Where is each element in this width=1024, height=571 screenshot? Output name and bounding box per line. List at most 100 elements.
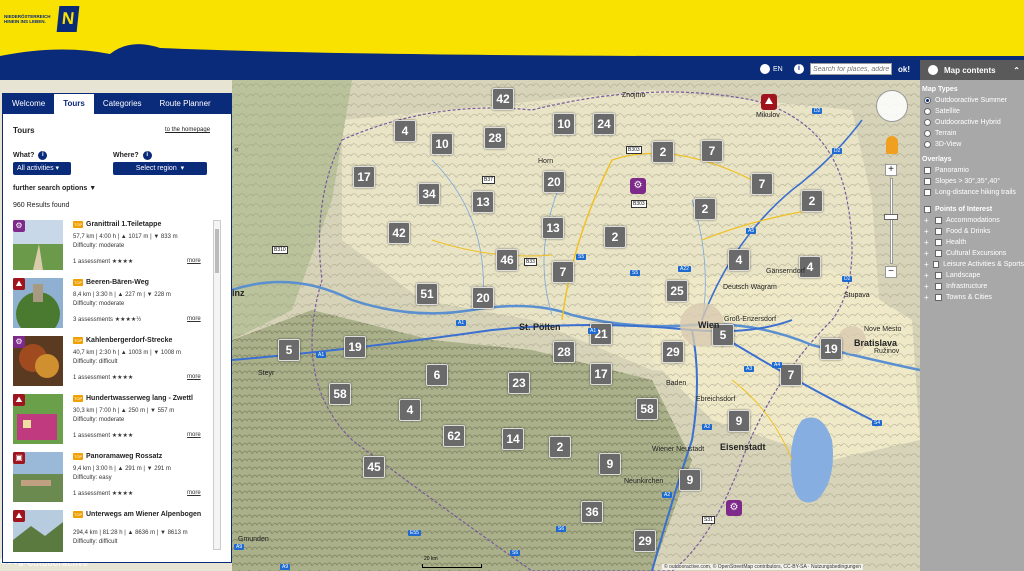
list-scrollbar[interactable] — [213, 220, 221, 550]
region-select[interactable]: Select region ▾ — [113, 162, 207, 175]
expand-icon[interactable]: + — [924, 239, 931, 247]
map-type-option[interactable]: 3D-View — [920, 139, 1024, 150]
checkbox[interactable] — [935, 217, 942, 224]
cluster-marker[interactable]: 17 — [353, 166, 375, 188]
cluster-marker[interactable]: 7 — [552, 261, 574, 283]
cluster-marker[interactable]: 6 — [426, 364, 448, 386]
list-item[interactable]: ⚙ TOP Kahlenbergerdorf-Strecke 40,7 km |… — [11, 332, 223, 390]
cluster-marker[interactable]: 7 — [701, 140, 723, 162]
cluster-marker[interactable]: 9 — [599, 453, 621, 475]
chevron-up-icon[interactable]: ⌃ — [1013, 66, 1020, 75]
cluster-marker[interactable]: 19 — [820, 338, 842, 360]
poi-option[interactable]: + Infrastructure — [920, 281, 1024, 292]
tab-welcome[interactable]: Welcome — [3, 94, 54, 114]
collapse-panel-icon[interactable]: « — [234, 144, 239, 154]
cluster-marker[interactable]: 42 — [492, 88, 514, 110]
info-icon[interactable]: i — [794, 64, 804, 74]
tour-title[interactable]: Beeren-Bären-Weg — [86, 278, 206, 287]
cluster-marker[interactable]: 36 — [581, 501, 603, 523]
map-contents-header[interactable]: Map contents ⌃ — [920, 60, 1024, 80]
cluster-marker[interactable]: 2 — [652, 141, 674, 163]
cluster-marker[interactable]: 13 — [542, 217, 564, 239]
tour-title[interactable]: Unterwegs am Wiener Alpenbogen — [86, 510, 206, 519]
cluster-marker[interactable]: 10 — [553, 113, 575, 135]
cluster-marker[interactable]: 62 — [443, 425, 465, 447]
radio-button[interactable] — [924, 119, 931, 126]
search-input[interactable] — [810, 63, 892, 75]
bike-icon[interactable]: ⚙ — [630, 178, 646, 194]
cluster-marker[interactable]: 14 — [502, 428, 524, 450]
poi-option[interactable]: + Leisure Activities & Sports — [920, 259, 1024, 270]
more-link[interactable]: more — [187, 490, 201, 496]
checkbox[interactable] — [935, 272, 942, 279]
poi-option[interactable]: + Cultural Excursions — [920, 248, 1024, 259]
poi-section[interactable]: ✓ Points of Interest — [920, 198, 1024, 215]
cluster-marker[interactable]: 29 — [662, 341, 684, 363]
search-ok-button[interactable]: ok! — [898, 65, 910, 74]
cluster-marker[interactable]: 5 — [278, 339, 300, 361]
cluster-marker[interactable]: 20 — [472, 287, 494, 309]
expand-icon[interactable]: + — [924, 250, 931, 258]
street-view-icon[interactable] — [886, 136, 898, 154]
cluster-marker[interactable]: 2 — [604, 226, 626, 248]
list-item[interactable]: ⚙ TOP Granittrail 1.Teiletappe 57,7 km |… — [11, 216, 223, 274]
expand-icon[interactable]: + — [924, 217, 931, 225]
list-item[interactable]: ⛰ TOP Beeren-Bären-Weg 8,4 km | 3:30 h |… — [11, 274, 223, 332]
cluster-marker[interactable]: 58 — [329, 383, 351, 405]
pan-control[interactable] — [876, 90, 908, 122]
checkbox[interactable] — [924, 178, 931, 185]
cluster-marker[interactable]: 28 — [484, 127, 506, 149]
expand-icon[interactable]: + — [924, 261, 929, 269]
tour-title[interactable]: Panoramaweg Rossatz — [86, 452, 206, 461]
list-item[interactable]: ▣ TOP Panoramaweg Rossatz 9,4 km | 3:00 … — [11, 448, 223, 506]
tour-title[interactable]: Hundertwasserweg lang - Zwettl — [86, 394, 206, 403]
cluster-marker[interactable]: 9 — [728, 410, 750, 432]
zoom-out-button[interactable]: − — [885, 266, 897, 278]
more-link[interactable]: more — [187, 316, 201, 322]
tour-title[interactable]: Kahlenbergerdorf-Strecke — [86, 336, 206, 345]
language-switch[interactable]: EN — [760, 60, 783, 78]
checkbox-checked[interactable]: ✓ — [924, 206, 931, 215]
overlay-option[interactable]: Panoramio — [920, 165, 1024, 176]
checkbox[interactable] — [935, 239, 942, 246]
map[interactable]: 42 10 24 4 28 10 2 7 17 34 13 20 7 2 2 4… — [232, 80, 920, 571]
tab-route-planner[interactable]: Route Planner — [151, 94, 220, 114]
poi-option[interactable]: + Health — [920, 237, 1024, 248]
info-icon[interactable]: i — [142, 151, 152, 160]
radio-button[interactable] — [924, 108, 931, 115]
cluster-marker[interactable]: 7 — [780, 364, 802, 386]
map-type-option[interactable]: Outdooractive Hybrid — [920, 117, 1024, 128]
cluster-marker[interactable]: 2 — [694, 198, 716, 220]
list-item[interactable]: ⛰ TOP Hundertwasserweg lang - Zwettl 30,… — [11, 390, 223, 448]
map-type-option[interactable]: Terrain — [920, 128, 1024, 139]
tab-tours[interactable]: Tours — [54, 94, 94, 114]
zoom-slider-handle[interactable] — [884, 214, 898, 220]
cluster-marker[interactable]: 7 — [751, 173, 773, 195]
zoom-in-button[interactable]: + — [885, 164, 897, 176]
cluster-marker[interactable]: 19 — [344, 336, 366, 358]
cluster-marker[interactable]: 4 — [399, 399, 421, 421]
expand-icon[interactable]: + — [924, 283, 931, 291]
logo-icon[interactable]: N — [56, 6, 80, 32]
more-link[interactable]: more — [187, 374, 201, 380]
map-type-option[interactable]: Outdooractive Summer — [920, 95, 1024, 106]
cluster-marker[interactable]: 10 — [431, 133, 453, 155]
checkbox[interactable] — [935, 228, 942, 235]
cluster-marker[interactable]: 45 — [363, 456, 385, 478]
cluster-marker[interactable]: 24 — [593, 113, 615, 135]
checkbox[interactable] — [935, 283, 942, 290]
cluster-marker[interactable]: 9 — [679, 469, 701, 491]
cluster-marker[interactable]: 28 — [553, 341, 575, 363]
cluster-marker[interactable]: 46 — [496, 249, 518, 271]
cluster-marker[interactable]: 2 — [801, 190, 823, 212]
homepage-link[interactable]: to the homepage — [165, 127, 210, 133]
tour-title[interactable]: Granittrail 1.Teiletappe — [86, 220, 206, 229]
logo-text[interactable]: NIEDERÖSTERREICH HINEIN INS LEBEN. — [4, 14, 60, 24]
hike-icon[interactable]: ⛰ — [761, 94, 777, 110]
activity-select[interactable]: All activities ▾ — [13, 162, 71, 175]
cluster-marker[interactable]: 21 — [590, 323, 612, 345]
cluster-marker[interactable]: 4 — [728, 249, 750, 271]
info-icon[interactable]: i — [38, 151, 48, 160]
cluster-marker[interactable]: 34 — [418, 183, 440, 205]
overlay-option[interactable]: Slopes > 30°,35°,40° — [920, 176, 1024, 187]
